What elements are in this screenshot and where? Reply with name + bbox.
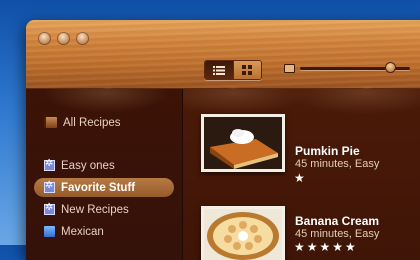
sidebar-item-label: Mexican <box>61 225 104 238</box>
recipe-photo <box>201 206 285 260</box>
grid-view-icon <box>242 65 253 75</box>
smart-folder-icon <box>44 158 55 171</box>
sidebar-item-mexican[interactable]: Mexican <box>34 222 174 241</box>
sidebar-item-label: Easy ones <box>61 159 115 172</box>
sidebar-item-label: All Recipes <box>63 116 121 129</box>
sidebar-item-favorite-stuff[interactable]: Favorite Stuff <box>34 178 174 197</box>
rating-stars[interactable]: ★ <box>294 171 307 185</box>
sidebar-item-label: Favorite Stuff <box>61 181 136 194</box>
zoom-window-button[interactable] <box>76 32 89 45</box>
app-window: All Recipes Easy ones Favorite Stuff New… <box>26 20 420 260</box>
rating-stars[interactable]: ★★★★★ <box>294 240 358 254</box>
list-view-icon <box>212 65 225 75</box>
sidebar-item-new-recipes[interactable]: New Recipes <box>34 200 174 219</box>
recipe-list: Pumkin Pie 45 minutes, Easy ★ Banana Cre… <box>183 89 420 260</box>
folder-icon <box>44 226 55 237</box>
recipe-name: Banana Cream <box>295 214 380 228</box>
small-thumbnail-icon <box>284 64 295 73</box>
sidebar-item-label: New Recipes <box>61 203 129 216</box>
book-icon <box>44 117 57 128</box>
pumpkin-pie-image <box>204 117 282 169</box>
close-window-button[interactable] <box>38 32 51 45</box>
smart-folder-icon <box>44 180 55 193</box>
recipe-meta: 45 minutes, Easy <box>295 228 380 240</box>
zoom-slider-knob[interactable] <box>384 62 396 73</box>
banana-cream-pie-image <box>204 209 282 260</box>
view-mode-toggle[interactable] <box>204 60 262 80</box>
list-view-button[interactable] <box>205 61 233 79</box>
sidebar-item-easy-ones[interactable]: Easy ones <box>34 156 174 175</box>
recipe-name: Pumkin Pie <box>295 144 360 158</box>
grid-view-button[interactable] <box>232 61 261 79</box>
recipe-meta: 45 minutes, Easy <box>295 158 380 170</box>
sidebar-item-all-recipes[interactable]: All Recipes <box>34 113 174 132</box>
smart-folder-icon <box>44 202 55 215</box>
sidebar: All Recipes Easy ones Favorite Stuff New… <box>26 89 183 260</box>
toolbar <box>26 20 420 89</box>
recipe-photo <box>201 114 285 172</box>
minimize-window-button[interactable] <box>57 32 70 45</box>
